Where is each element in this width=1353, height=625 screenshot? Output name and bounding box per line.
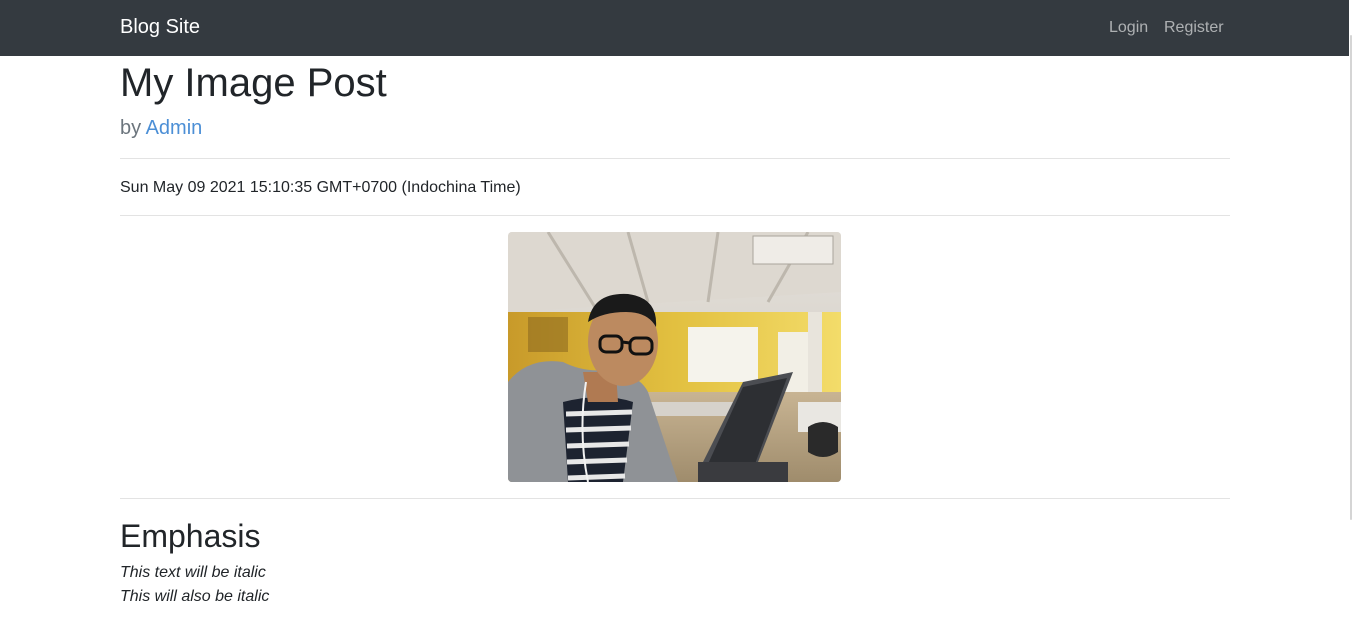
register-link[interactable]: Register bbox=[1164, 19, 1224, 37]
post-image bbox=[508, 232, 841, 482]
post-date: Sun May 09 2021 15:10:35 GMT+0700 (Indoc… bbox=[120, 179, 521, 196]
divider bbox=[120, 158, 1230, 159]
post-byline: by Admin bbox=[120, 116, 202, 140]
scrollbar-thumb[interactable] bbox=[1350, 35, 1352, 520]
post-title: My Image Post bbox=[120, 61, 387, 105]
page-scrollbar[interactable] bbox=[1349, 0, 1353, 625]
italic-text-line: This will also be italic bbox=[120, 588, 270, 605]
brand-link[interactable]: Blog Site bbox=[120, 16, 200, 39]
section-heading: Emphasis bbox=[120, 518, 261, 554]
byline-prefix: by bbox=[120, 117, 142, 139]
divider bbox=[120, 498, 1230, 499]
italic-text-line: This text will be italic bbox=[120, 564, 266, 581]
author-link[interactable]: Admin bbox=[146, 117, 203, 139]
login-link[interactable]: Login bbox=[1109, 19, 1148, 37]
top-navbar: Blog Site Login Register bbox=[0, 0, 1353, 56]
divider bbox=[120, 215, 1230, 216]
